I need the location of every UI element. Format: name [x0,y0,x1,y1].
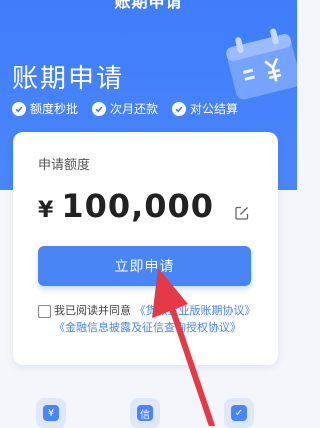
feature-label: 额度秒批 [30,102,79,116]
edit-icon[interactable] [235,206,249,220]
apply-card: 申请额度 ¥ 100,000 立即申请 我已阅读并同意 《货款企业版账期协议》《… [13,132,278,365]
currency-symbol: ¥ [38,198,54,223]
agreement-row: 我已阅读并同意 《货款企业版账期协议》《金融信息披露及征信查询授权协议》 [38,302,266,336]
agreement-prefix: 我已阅读并同意 [54,304,131,317]
calendar-check-icon[interactable]: ✓ [224,398,254,428]
agreement-checkbox[interactable] [38,305,51,318]
quota-amount: 100,000 [61,187,215,225]
calendar-illustration-icon [226,28,297,100]
nav-title: 账期申请 [114,0,183,11]
check-circle-icon [172,101,187,116]
loan-agreement-link[interactable]: 《货款企业版账期协议》 [135,304,256,317]
hero-title: 账期申请 [12,64,125,94]
feature-label: 次月还款 [110,102,159,116]
feature-item: 次月还款 [92,100,158,117]
yen-glyph: ¥ [43,405,59,421]
agreement-text: 我已阅读并同意 《货款企业版账期协议》《金融信息披露及征信查询授权协议》 [38,302,266,336]
check-circle-icon [12,101,26,116]
check-circle-icon [92,101,107,116]
credit-icon[interactable]: 信 [130,398,160,428]
amount-row: ¥ 100,000 [38,187,214,225]
yen-icon[interactable]: ¥ [36,398,66,428]
credit-glyph: 信 [137,405,153,421]
credit-auth-link[interactable]: 《金融信息披露及征信查询授权协议》 [54,321,241,334]
calendar-check-glyph: ✓ [231,405,247,421]
apply-now-button[interactable]: 立即申请 [38,246,251,286]
feature-list: 额度秒批 次月还款 对公结算 [12,100,238,117]
quota-label: 申请额度 [38,158,91,173]
feature-item: 额度秒批 [12,100,78,117]
